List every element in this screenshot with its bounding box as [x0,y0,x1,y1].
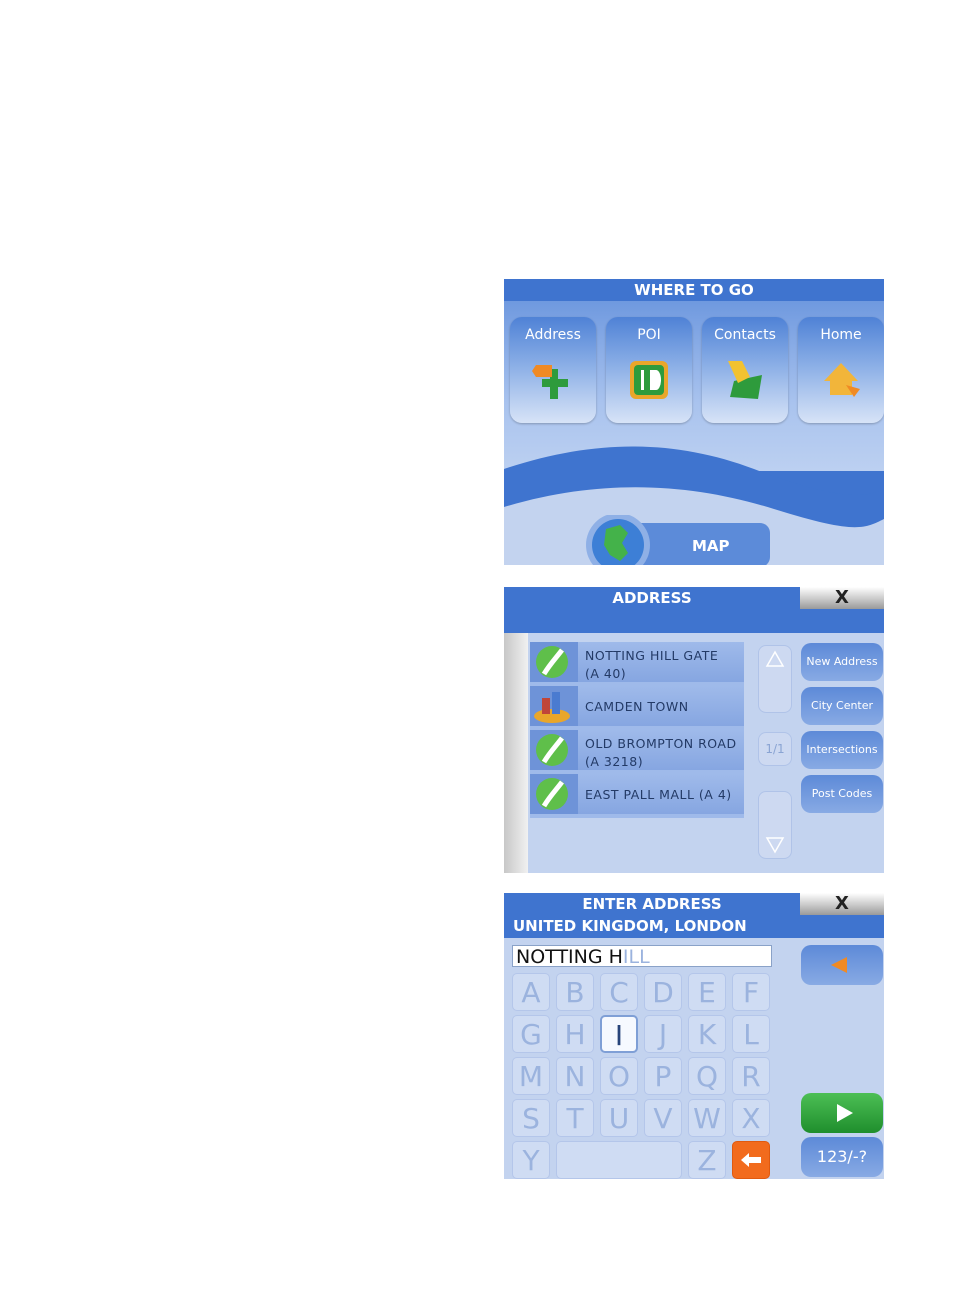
city-center-button[interactable]: City Center [801,687,883,725]
list-item[interactable]: EAST PALL MALL (A 4) [530,774,744,814]
key-h[interactable]: H [556,1015,594,1053]
arrow-left-icon [741,1153,761,1167]
back-button[interactable] [801,945,883,985]
address-tile[interactable]: Address [510,317,596,423]
key-n[interactable]: N [556,1057,594,1095]
list-scroll-track [504,633,528,873]
suggestion-text: ILL [622,946,650,967]
intersections-button[interactable]: Intersections [801,731,883,769]
tile-label: Home [820,327,862,343]
header-band [504,609,884,633]
tile-label: POI [637,327,661,343]
key-e[interactable]: E [688,973,726,1011]
enter-address-screen: ENTER ADDRESS X UNITED KINGDOM, LONDON N… [504,893,884,1179]
key-p[interactable]: P [644,1057,682,1095]
key-m[interactable]: M [512,1057,550,1095]
number-mode-button[interactable]: 123/-? [801,1137,883,1177]
triangle-left-icon [831,957,847,973]
contacts-tile[interactable]: Contacts [702,317,788,423]
title-bar: ENTER ADDRESS X [504,893,884,915]
key-v[interactable]: V [644,1099,682,1137]
globe-icon [586,515,770,565]
key-l[interactable]: L [732,1015,770,1053]
road-icon [530,642,578,682]
key-j[interactable]: J [644,1015,682,1053]
key-g[interactable]: G [512,1015,550,1053]
triangle-down-icon [765,837,785,854]
road-icon [530,774,578,814]
road-icon [530,730,578,770]
key-b[interactable]: B [556,973,594,1011]
key-o[interactable]: O [600,1057,638,1095]
screen-title: WHERE TO GO [634,281,754,299]
key-a[interactable]: A [512,973,550,1011]
key-z[interactable]: Z [688,1141,726,1179]
tile-label: Address [525,327,581,343]
title-bar: ADDRESS X [504,587,884,609]
triangle-right-icon [837,1104,853,1122]
go-button[interactable] [801,1093,883,1133]
scroll-up-button[interactable] [758,645,792,713]
typed-text: NOTTING H [516,946,623,967]
location-subtitle: UNITED KINGDOM, LONDON [504,915,884,938]
item-name: EAST PALL MALL (A 4) [585,787,732,802]
key-w[interactable]: W [688,1099,726,1137]
key-c[interactable]: C [600,973,638,1011]
new-address-button[interactable]: New Address [801,643,883,681]
map-button[interactable]: MAP [584,515,772,565]
map-pin-icon [728,361,762,399]
key-y[interactable]: Y [512,1141,550,1179]
list-item[interactable]: CAMDEN TOWN [530,686,744,726]
backspace-key[interactable] [732,1141,770,1179]
item-road: (A 3218) [585,754,644,769]
page-indicator: 1/1 [758,732,792,766]
key-x[interactable]: X [732,1099,770,1137]
tile-label: Contacts [714,327,776,343]
key-d[interactable]: D [644,973,682,1011]
item-name: NOTTING HILL GATE [585,648,719,663]
space-key[interactable] [556,1141,682,1179]
poi-tile[interactable]: POI [606,317,692,423]
key-f[interactable]: F [732,973,770,1011]
item-name: OLD BROMPTON ROAD [585,736,737,751]
key-q[interactable]: Q [688,1057,726,1095]
home-icon [824,363,860,397]
close-button[interactable]: X [800,587,884,609]
item-name: CAMDEN TOWN [585,699,689,714]
title-bar: WHERE TO GO [504,279,884,301]
key-i[interactable]: I [600,1015,638,1053]
close-button[interactable]: X [800,893,884,915]
screen-title: ADDRESS [612,589,692,607]
list-item[interactable]: NOTTING HILL GATE (A 40) [530,642,744,682]
address-input[interactable]: NOTTING HILL [512,945,772,967]
home-tile[interactable]: Home [798,317,884,423]
item-road: (A 40) [585,666,627,681]
road-sign-icon [532,365,568,399]
post-codes-button[interactable]: Post Codes [801,775,883,813]
list-item[interactable]: OLD BROMPTON ROAD (A 3218) [530,730,744,770]
triangle-up-icon [765,650,785,667]
city-icon [530,686,578,726]
screen-title: ENTER ADDRESS [582,895,722,913]
map-label: MAP [692,537,730,555]
key-k[interactable]: K [688,1015,726,1053]
address-screen: ADDRESS X NOTTING HILL GATE (A 40) CAMDEN… [504,587,884,873]
where-to-go-screen: WHERE TO GO Address POI Contacts Home MA… [504,279,884,565]
restaurant-icon [630,361,668,399]
key-u[interactable]: U [600,1099,638,1137]
key-r[interactable]: R [732,1057,770,1095]
scroll-down-button[interactable] [758,791,792,859]
key-s[interactable]: S [512,1099,550,1137]
key-t[interactable]: T [556,1099,594,1137]
